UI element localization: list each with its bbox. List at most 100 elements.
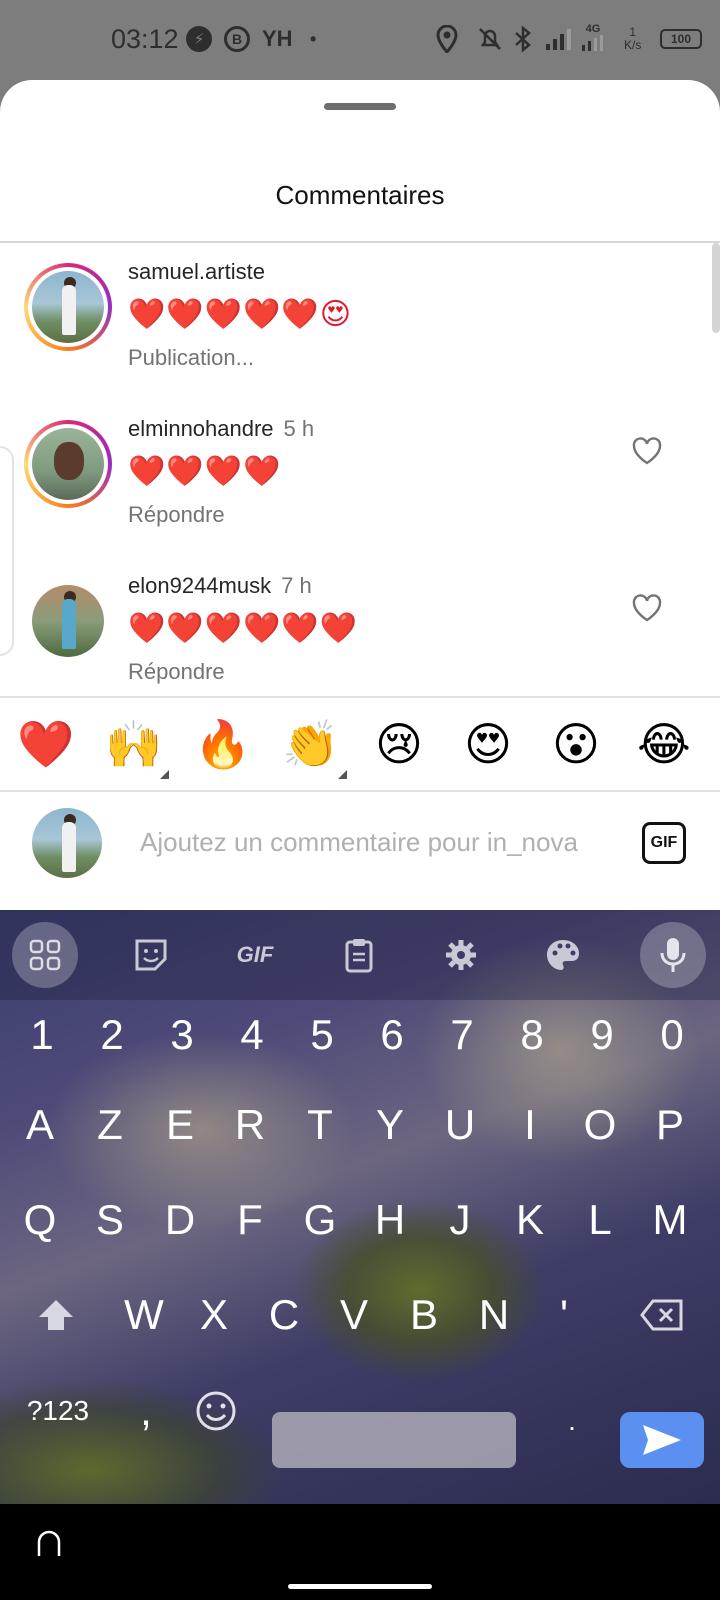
- key-8[interactable]: 8: [502, 1000, 562, 1070]
- settings-gear-icon[interactable]: [428, 922, 494, 988]
- status-time: 03:12: [111, 24, 179, 54]
- sheet-title: Commentaires: [275, 180, 445, 210]
- palette-icon[interactable]: [530, 922, 596, 988]
- gif-button[interactable]: GIF: [642, 822, 686, 864]
- battery-indicator: 100: [660, 29, 702, 49]
- skin-tone-indicator: [338, 770, 347, 779]
- key-v[interactable]: V: [324, 1280, 384, 1350]
- comment-item: samuel.artiste ❤️❤️❤️❤️❤️😍 Publication..…: [0, 255, 720, 405]
- reply-button[interactable]: Répondre: [128, 659, 225, 685]
- shift-key-icon[interactable]: [26, 1280, 86, 1350]
- network-4g: 4G: [582, 22, 604, 52]
- emoji-crying-button[interactable]: 😢: [371, 716, 427, 772]
- key-g[interactable]: G: [290, 1185, 350, 1255]
- comment-composer: GIF: [0, 792, 720, 892]
- reply-button[interactable]: Répondre: [128, 502, 225, 528]
- emoji-clapping-button[interactable]: 👏: [282, 716, 339, 772]
- emoji-raising-hands-button[interactable]: 🙌: [105, 716, 162, 772]
- key-c[interactable]: C: [254, 1280, 314, 1350]
- key-u[interactable]: U: [430, 1090, 490, 1160]
- key-m[interactable]: M: [640, 1185, 700, 1255]
- key-w[interactable]: W: [114, 1280, 174, 1350]
- key-p[interactable]: P: [640, 1090, 700, 1160]
- b-icon: B: [224, 24, 250, 54]
- emoji-fire-button[interactable]: 🔥: [194, 716, 251, 772]
- key-2[interactable]: 2: [82, 1000, 142, 1070]
- key-1[interactable]: 1: [12, 1000, 72, 1070]
- apps-grid-icon[interactable]: [12, 922, 78, 988]
- comment-username[interactable]: samuel.artiste: [128, 259, 265, 285]
- gif-keyboard-button[interactable]: GIF: [222, 922, 288, 988]
- key-k[interactable]: K: [500, 1185, 560, 1255]
- comment-username[interactable]: elminnohandre 5 h: [128, 416, 314, 442]
- key-i[interactable]: I: [500, 1090, 560, 1160]
- microphone-icon[interactable]: [640, 922, 706, 988]
- key-t[interactable]: T: [290, 1090, 350, 1160]
- signal-icon: [546, 24, 578, 54]
- avatar: [32, 808, 102, 878]
- key-s[interactable]: S: [80, 1185, 140, 1255]
- key-n[interactable]: N: [464, 1280, 524, 1350]
- skin-tone-indicator: [160, 770, 169, 779]
- key-y[interactable]: Y: [360, 1090, 420, 1160]
- like-heart-icon[interactable]: [630, 591, 664, 625]
- avatar[interactable]: [24, 263, 112, 351]
- avatar[interactable]: [24, 577, 112, 665]
- comment-username[interactable]: elon9244musk 7 h: [128, 573, 312, 599]
- home-gesture-bar[interactable]: [288, 1584, 432, 1589]
- key-a[interactable]: A: [10, 1090, 70, 1160]
- backspace-icon[interactable]: [632, 1280, 692, 1350]
- key-b[interactable]: B: [394, 1280, 454, 1350]
- like-heart-icon[interactable]: [630, 434, 664, 468]
- bluetooth-icon: [512, 24, 534, 54]
- emoji-surprised-button[interactable]: 😮: [548, 716, 604, 772]
- status-bar: 03:12 ⚡ B YH • 4G 1 K/s 100: [0, 0, 720, 80]
- sticker-icon[interactable]: [118, 922, 184, 988]
- key-apostrophe[interactable]: ': [534, 1280, 594, 1350]
- posting-status: Publication...: [128, 345, 254, 370]
- comment-text: ❤️❤️❤️❤️: [128, 455, 282, 488]
- clipboard-icon[interactable]: [326, 922, 392, 988]
- emoji-heart-eyes-button[interactable]: 😍: [460, 716, 516, 772]
- key-r[interactable]: R: [220, 1090, 280, 1160]
- messenger-icon: ⚡: [186, 24, 212, 54]
- key-7[interactable]: 7: [432, 1000, 492, 1070]
- key-o[interactable]: O: [570, 1090, 630, 1160]
- emoji-laughing-button[interactable]: 😂: [636, 716, 692, 772]
- key-h[interactable]: H: [360, 1185, 420, 1255]
- comma-key[interactable]: ,: [116, 1376, 176, 1446]
- avatar[interactable]: [24, 420, 112, 508]
- space-bar[interactable]: [272, 1412, 516, 1468]
- key-x[interactable]: X: [184, 1280, 244, 1350]
- key-0[interactable]: 0: [642, 1000, 702, 1070]
- send-icon[interactable]: [620, 1412, 704, 1468]
- emoji-quick-bar: ❤️ 🙌 🔥 👏 😢 😍 😮 😂: [0, 698, 720, 790]
- comment-text: ❤️❤️❤️❤️❤️😍: [128, 298, 353, 331]
- navigation-bar: [0, 1504, 720, 1600]
- comment-time: 7 h: [281, 573, 312, 598]
- yh-icon: YH: [262, 26, 293, 51]
- symbols-key[interactable]: ?123: [22, 1376, 94, 1446]
- key-4[interactable]: 4: [222, 1000, 282, 1070]
- back-gesture-icon[interactable]: [34, 1528, 64, 1558]
- drag-handle[interactable]: [324, 103, 396, 110]
- key-6[interactable]: 6: [362, 1000, 422, 1070]
- key-3[interactable]: 3: [152, 1000, 212, 1070]
- emoji-keyboard-icon[interactable]: [186, 1376, 246, 1446]
- emoji-heart-button[interactable]: ❤️: [17, 716, 74, 772]
- key-5[interactable]: 5: [292, 1000, 352, 1070]
- period-key[interactable]: .: [542, 1386, 602, 1456]
- key-e[interactable]: E: [150, 1090, 210, 1160]
- key-d[interactable]: D: [150, 1185, 210, 1255]
- key-f[interactable]: F: [220, 1185, 280, 1255]
- key-9[interactable]: 9: [572, 1000, 632, 1070]
- key-l[interactable]: L: [570, 1185, 630, 1255]
- mute-bell-icon: [476, 24, 504, 54]
- comment-input[interactable]: [140, 822, 610, 862]
- location-icon: [436, 24, 458, 54]
- dot-icon: •: [310, 28, 317, 49]
- key-q[interactable]: Q: [10, 1185, 70, 1255]
- key-j[interactable]: J: [430, 1185, 490, 1255]
- key-z[interactable]: Z: [80, 1090, 140, 1160]
- comments-sheet: Commentaires samuel.artiste ❤️❤️❤️❤️❤️😍 …: [0, 80, 720, 910]
